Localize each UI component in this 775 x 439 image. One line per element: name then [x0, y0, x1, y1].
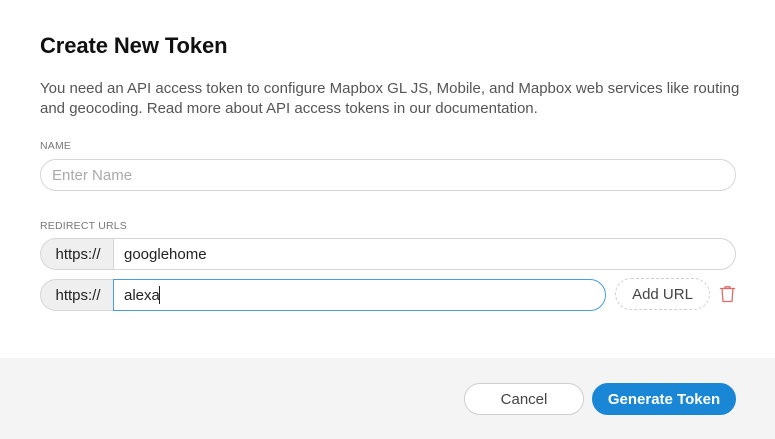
redirect-url-input[interactable] [113, 238, 736, 270]
trash-icon[interactable] [719, 285, 736, 303]
add-url-button[interactable]: Add URL [615, 278, 710, 310]
redirect-url-row: https:// [40, 279, 606, 311]
redirect-url-input[interactable] [113, 279, 606, 311]
text-caret [159, 286, 160, 304]
name-input[interactable] [40, 159, 736, 191]
url-prefix: https:// [40, 279, 113, 311]
redirect-url-row: https:// [40, 238, 736, 270]
redirect-urls-label: REDIRECT URLS [40, 220, 128, 232]
name-label: NAME [40, 140, 72, 152]
dialog-description: You need an API access token to configur… [40, 80, 740, 117]
generate-token-button[interactable]: Generate Token [592, 383, 736, 415]
url-prefix: https:// [40, 238, 113, 270]
dialog-title: Create New Token [40, 33, 228, 58]
cancel-button[interactable]: Cancel [464, 383, 584, 415]
create-token-dialog: Create New Token You need an API access … [0, 0, 775, 439]
